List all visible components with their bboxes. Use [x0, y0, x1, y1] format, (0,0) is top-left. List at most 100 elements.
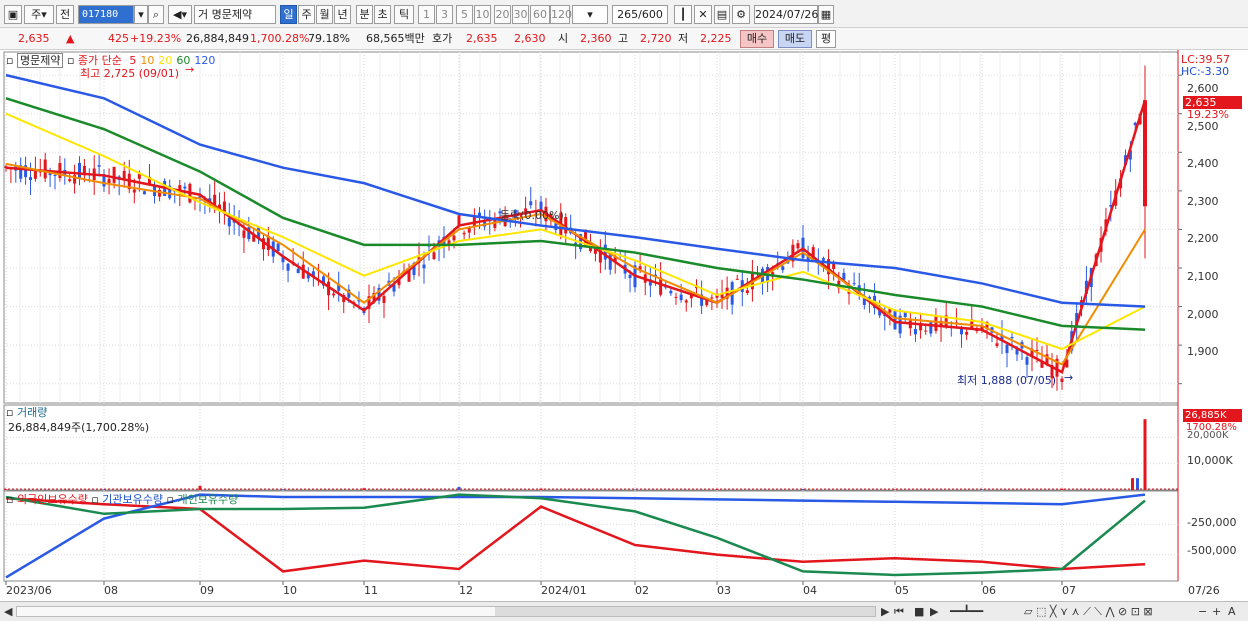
candle-body — [852, 283, 856, 285]
period-tab[interactable]: 월 — [316, 5, 333, 24]
zoom-in-icon[interactable]: + — [1212, 605, 1221, 619]
font-icon[interactable]: A — [1228, 605, 1236, 619]
stock-name: 명문제약 — [211, 8, 253, 21]
period-tab[interactable]: 틱 — [394, 5, 414, 24]
save-icon[interactable]: ▤ — [714, 5, 730, 24]
legend-marker-icon: ▫ — [91, 493, 99, 506]
prev-button[interactable]: 전 — [56, 5, 74, 24]
pyeong-button[interactable]: 평 — [816, 30, 836, 48]
x-axis-label: 06 — [982, 584, 996, 597]
window-menu-icon[interactable]: ▣ — [4, 5, 22, 24]
candle-body — [1005, 344, 1009, 353]
candle-body — [1035, 349, 1039, 351]
foreign-holding-label: 외국인보유수량 — [16, 493, 88, 506]
candle-body — [432, 252, 436, 260]
candle-body — [107, 178, 111, 184]
stock-name-field[interactable]: 거 명문제약 — [194, 5, 276, 24]
high-value: 2,720 — [640, 32, 672, 45]
x-axis-label: 09 — [200, 584, 214, 597]
candle-body — [842, 272, 846, 280]
x-axis-label: 05 — [895, 584, 909, 597]
sell-button[interactable]: 매도 — [778, 30, 812, 48]
stock-title-label[interactable]: 명문제약 — [16, 53, 64, 68]
candle-body — [995, 343, 999, 347]
buy-button[interactable]: 매수 — [740, 30, 774, 48]
search-icon[interactable]: ⌕ — [148, 5, 164, 24]
scroll-track[interactable] — [16, 606, 876, 617]
mid-note-label: 등락(0.00%) — [500, 209, 564, 222]
calendar-icon[interactable]: ▦ — [818, 5, 834, 24]
candle-body — [1010, 337, 1014, 339]
turnover-rate: 79.18% — [308, 32, 350, 45]
stop-icon[interactable]: ■ — [914, 605, 924, 619]
period-tab[interactable]: 주 — [298, 5, 315, 24]
drawing-tools-icon[interactable]: ▱ ⬚ ╳ ⋎ ⋏ ⟋ ⟍ ⋀ ⊘ ⊡ ⊠ — [1024, 605, 1153, 619]
rewind-icon[interactable]: ⏮ — [894, 605, 904, 619]
period-tab[interactable]: 분 — [356, 5, 373, 24]
scroll-thumb[interactable] — [495, 607, 875, 616]
chart-canvas[interactable] — [0, 50, 1248, 601]
period-tab[interactable]: 일 — [280, 5, 297, 24]
draw-tool-icon[interactable]: ✕ — [694, 5, 712, 24]
period-tab[interactable]: 년 — [334, 5, 351, 24]
price-ytick: 1,900 — [1187, 345, 1219, 359]
candle-body — [78, 162, 81, 178]
date-field[interactable]: 2024/07/26 — [754, 5, 818, 24]
candle-body — [628, 274, 632, 279]
interval-button[interactable]: 5 — [456, 5, 473, 24]
change-value: 425 — [108, 32, 129, 45]
x-axis-label: 04 — [803, 584, 817, 597]
legend-marker-icon: ▫ — [166, 493, 174, 506]
price-ytick: 2,200 — [1187, 232, 1219, 246]
price-ytick: 2,500 — [1187, 119, 1219, 133]
candle-body — [965, 331, 969, 335]
candle-body — [608, 253, 612, 270]
candle-body — [227, 217, 231, 227]
interval-button[interactable]: 120 — [550, 5, 572, 24]
chart-area[interactable]: ▫ 명문제약 ▫ 종가 단순 5 10 20 60 120 최고 2,725 (09/0… — [0, 50, 1248, 601]
candle-body — [903, 312, 907, 317]
candle-body — [457, 215, 461, 225]
legend-marker-icon: ▫ — [6, 406, 14, 419]
candle-body — [286, 263, 290, 271]
volume-ytick-top: 20,000K — [1187, 430, 1229, 441]
scroll-left-icon[interactable]: ◀ — [4, 605, 12, 619]
interval-button[interactable]: 1 — [418, 5, 435, 24]
interval-button[interactable]: 3 — [436, 5, 453, 24]
candle-body — [462, 232, 466, 235]
low-value: 2,225 — [700, 32, 732, 45]
x-axis-label: 03 — [717, 584, 731, 597]
speaker-icon[interactable]: ◀▾ — [168, 5, 192, 24]
play-icon[interactable]: ▶ — [930, 605, 938, 619]
chart-toolbar: ▣ 주▾ 전 017180 ▾ ⌕ ◀▾ 거 명문제약 일주월년분초틱 1351… — [0, 0, 1248, 28]
volume-ratio: 1,700.28% — [250, 32, 310, 45]
extra-select[interactable]: ▾ — [572, 5, 608, 24]
count-field[interactable]: 265/600 — [612, 5, 668, 24]
stock-code-input[interactable]: 017180 — [78, 5, 134, 24]
gear-icon[interactable]: ⚙ — [732, 5, 750, 24]
interval-button[interactable]: 10 — [474, 5, 491, 24]
zoom-out-icon[interactable]: − — [1198, 605, 1207, 619]
candle-type-icon[interactable]: ┃ — [674, 5, 692, 24]
interval-button[interactable]: 20 — [494, 5, 511, 24]
volume-title: 거래량 — [16, 406, 48, 419]
interval-button[interactable]: 60 — [530, 5, 550, 24]
candle-body — [684, 300, 688, 303]
volume-bar — [1136, 478, 1139, 490]
interval-button[interactable]: 30 — [512, 5, 529, 24]
volume-bar — [1131, 478, 1134, 490]
candle-body — [58, 163, 62, 179]
candle-body — [679, 294, 683, 301]
scroll-right-icon[interactable]: ▶ — [881, 605, 889, 619]
zoom-slider-icon[interactable]: ━━┻━━ — [950, 605, 983, 619]
period-tab[interactable]: 초 — [374, 5, 391, 24]
legend-marker-icon: ▫ — [6, 493, 14, 506]
code-dropdown-icon[interactable]: ▾ — [134, 5, 148, 24]
candle-body — [43, 159, 47, 179]
low-label: 저 — [678, 32, 689, 45]
volume-bar — [457, 486, 461, 490]
price-ytick: 2,000 — [1187, 307, 1219, 321]
candle-body — [745, 290, 749, 293]
period-main-select[interactable]: 주▾ — [24, 5, 54, 24]
x-axis-label: 11 — [364, 584, 378, 597]
